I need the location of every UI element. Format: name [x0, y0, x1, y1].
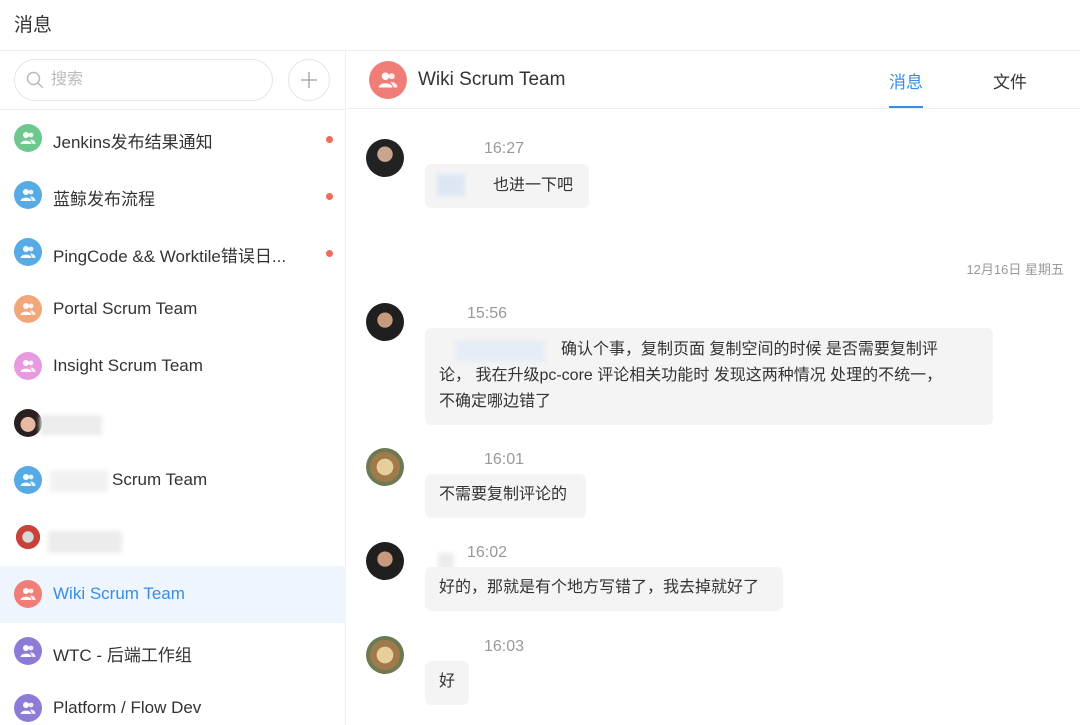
sidebar: Jenkins发布结果通知 蓝鲸发布流程 PingCode && Worktil… — [0, 51, 346, 725]
group-icon — [14, 124, 42, 152]
avatar — [366, 139, 404, 177]
message-list: 16:27 也进一下吧 12月16日 星期五 15:56 确认个事，复制页面 复… — [347, 110, 1080, 725]
conversation-item-platform[interactable]: Platform / Flow Dev — [0, 680, 346, 725]
search-icon — [26, 71, 44, 89]
message-bubble: 不需要复制评论的 — [425, 474, 586, 518]
chat-title: Wiki Scrum Team — [418, 69, 566, 90]
plus-icon — [301, 72, 317, 88]
message-text: 也进一下吧 — [493, 177, 574, 194]
conversation-item-blurred-2[interactable] — [0, 509, 346, 566]
message-time: 16:03 — [484, 638, 525, 655]
group-icon — [14, 580, 42, 608]
redacted-name — [40, 415, 102, 435]
unread-dot — [326, 250, 333, 257]
conversation-name: Insight Scrum Team — [53, 356, 203, 375]
conversation-name: 蓝鲸发布流程 — [53, 190, 155, 209]
conversation-item-lanjing[interactable]: 蓝鲸发布流程 — [0, 167, 346, 224]
redacted-name — [48, 531, 122, 553]
conversation-item-scrum[interactable]: Scrum Team — [0, 452, 346, 509]
avatar — [366, 636, 404, 674]
group-icon — [14, 637, 42, 665]
active-tab-indicator — [889, 106, 923, 108]
app-title: 消息 — [14, 15, 53, 36]
avatar — [14, 523, 42, 551]
conversation-item-blurred-1[interactable] — [0, 395, 346, 452]
message-time: 16:02 — [467, 544, 508, 561]
conversation-item-jenkins[interactable]: Jenkins发布结果通知 — [0, 110, 346, 167]
message-text: 不需要复制评论的 — [439, 486, 568, 503]
message-text-line: 论， 我在升级pc-core 评论相关功能时 发现这两种情况 处理的不统一， — [439, 367, 943, 384]
message-bubble: 好的，那就是有个地方写错了，我去掉就好了 — [425, 567, 783, 611]
conversation-name: Wiki Scrum Team — [53, 584, 185, 603]
message-time: 16:27 — [484, 140, 525, 157]
message-text-line: 不确定哪边错了 — [439, 393, 552, 410]
message-bubble: 好 — [425, 661, 469, 705]
message-time: 15:56 — [467, 305, 508, 322]
group-icon — [14, 466, 42, 494]
conversation-item-insight[interactable]: Insight Scrum Team — [0, 338, 346, 395]
message-text: 好的，那就是有个地方写错了，我去掉就好了 — [439, 579, 760, 596]
conversation-name: Platform / Flow Dev — [53, 698, 202, 717]
redacted-name — [50, 470, 108, 492]
conversation-item-wiki[interactable]: Wiki Scrum Team — [0, 566, 346, 623]
group-icon — [14, 352, 42, 380]
chat-header: Wiki Scrum Team 消息 文件 — [347, 51, 1080, 109]
date-separator: 12月16日 星期五 — [966, 262, 1064, 277]
tab-files[interactable]: 文件 — [993, 68, 1027, 93]
group-icon — [14, 181, 42, 209]
group-icon — [14, 694, 42, 722]
conversation-name: PingCode && Worktile错误日... — [53, 247, 287, 266]
group-icon — [369, 61, 407, 99]
conversation-name: Scrum Team — [112, 470, 208, 489]
message-bubble: 也进一下吧 — [425, 164, 589, 208]
avatar — [366, 448, 404, 486]
avatar — [14, 409, 42, 437]
conversation-name: Jenkins发布结果通知 — [53, 133, 213, 152]
add-conversation-button[interactable] — [288, 59, 330, 101]
conversation-list: Jenkins发布结果通知 蓝鲸发布流程 PingCode && Worktil… — [0, 110, 346, 725]
message-bubble: 确认个事，复制页面 复制空间的时候 是否需要复制评 论， 我在升级pc-core… — [425, 328, 993, 425]
conversation-item-portal[interactable]: Portal Scrum Team — [0, 281, 346, 338]
group-icon — [14, 238, 42, 266]
avatar — [366, 303, 404, 341]
group-icon — [14, 295, 42, 323]
message-text: 好 — [439, 673, 456, 690]
unread-dot — [326, 193, 333, 200]
conversation-name: WTC - 后端工作组 — [53, 646, 192, 665]
unread-dot — [326, 136, 333, 143]
message-text-line: 确认个事，复制页面 复制空间的时候 是否需要复制评 — [561, 341, 938, 358]
search-box[interactable] — [14, 59, 273, 101]
conversation-item-wtc[interactable]: WTC - 后端工作组 — [0, 623, 346, 680]
tab-messages[interactable]: 消息 — [889, 68, 923, 93]
message-time: 16:01 — [484, 451, 525, 468]
redacted-mention — [437, 174, 465, 196]
conversation-item-pingcode[interactable]: PingCode && Worktile错误日... — [0, 224, 346, 281]
avatar — [366, 542, 404, 580]
search-input[interactable] — [51, 67, 261, 93]
top-bar: 消息 — [0, 0, 1080, 51]
conversation-name: Portal Scrum Team — [53, 299, 198, 318]
